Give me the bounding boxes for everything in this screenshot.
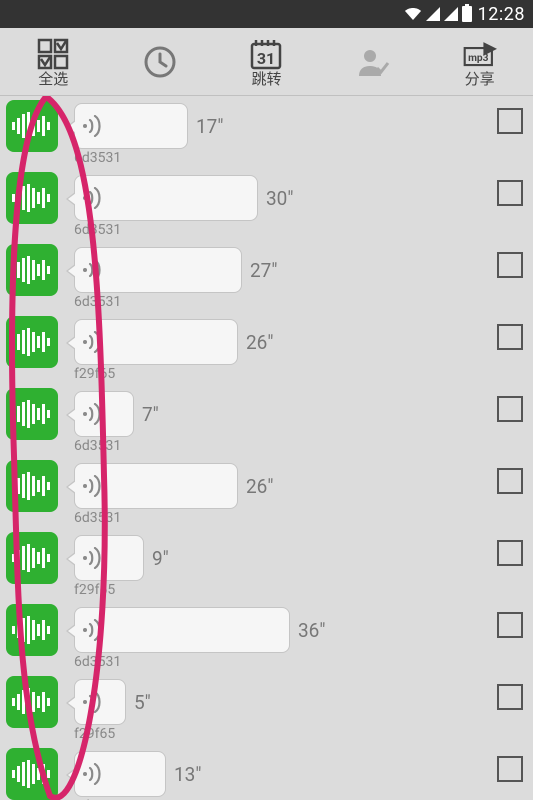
svg-text:31: 31 bbox=[257, 49, 275, 68]
duration-label: 17" bbox=[196, 115, 223, 138]
voice-message-row: 26" 6d3531 bbox=[0, 456, 533, 528]
voice-message-list: 17" 6d3531 30" 6d3531 bbox=[0, 96, 533, 800]
voice-bubble[interactable] bbox=[74, 679, 126, 725]
voice-bubble[interactable] bbox=[74, 607, 290, 653]
duration-label: 5" bbox=[134, 691, 151, 714]
sound-wave-icon bbox=[83, 259, 101, 281]
duration-label: 9" bbox=[152, 547, 169, 570]
voice-bubble[interactable] bbox=[74, 175, 258, 221]
voice-bubble[interactable] bbox=[74, 751, 166, 797]
duration-label: 36" bbox=[298, 619, 325, 642]
sound-wave-icon bbox=[83, 403, 101, 425]
select-checkbox[interactable] bbox=[497, 324, 523, 350]
voice-message-row: 26" f29f65 bbox=[0, 312, 533, 384]
sender-label: f29f65 bbox=[74, 726, 115, 742]
sound-wave-icon bbox=[83, 763, 101, 785]
duration-label: 7" bbox=[142, 403, 159, 426]
voice-message-row: 36" 6d3531 bbox=[0, 600, 533, 672]
jump-button[interactable]: 31 跳转 bbox=[216, 37, 316, 87]
sender-label: 6d3531 bbox=[74, 150, 121, 166]
sound-wave-icon bbox=[83, 691, 101, 713]
sound-wave-icon bbox=[83, 475, 101, 497]
android-status-bar: 12:28 bbox=[0, 0, 533, 28]
svg-text:mp3: mp3 bbox=[468, 52, 489, 63]
select-checkbox[interactable] bbox=[497, 612, 523, 638]
voice-avatar-icon[interactable] bbox=[6, 460, 58, 512]
voice-avatar-icon[interactable] bbox=[6, 244, 58, 296]
signal-icon bbox=[426, 7, 440, 21]
select-checkbox[interactable] bbox=[497, 108, 523, 134]
battery-icon bbox=[462, 6, 472, 22]
toolbar: 全选 31 跳转 bbox=[0, 28, 533, 96]
sender-label: 6d3531 bbox=[74, 222, 121, 238]
duration-label: 30" bbox=[266, 187, 293, 210]
sender-label: 6d3531 bbox=[74, 438, 121, 454]
sender-label: 6d3531 bbox=[74, 294, 121, 310]
voice-message-row: 5" f29f65 bbox=[0, 672, 533, 744]
select-checkbox[interactable] bbox=[497, 180, 523, 206]
history-button[interactable] bbox=[110, 44, 210, 80]
sound-wave-icon bbox=[83, 187, 101, 209]
contact-button[interactable] bbox=[323, 44, 423, 80]
voice-avatar-icon[interactable] bbox=[6, 604, 58, 656]
share-label: 分享 bbox=[465, 72, 495, 87]
duration-label: 27" bbox=[250, 259, 277, 282]
voice-avatar-icon[interactable] bbox=[6, 676, 58, 728]
voice-message-row: 17" 6d3531 bbox=[0, 96, 533, 168]
voice-message-row: 13" 6d3531 bbox=[0, 744, 533, 800]
select-checkbox[interactable] bbox=[497, 684, 523, 710]
duration-label: 26" bbox=[246, 475, 273, 498]
voice-avatar-icon[interactable] bbox=[6, 100, 58, 152]
clock-icon bbox=[142, 44, 178, 80]
jump-label: 跳转 bbox=[251, 72, 281, 87]
voice-avatar-icon[interactable] bbox=[6, 532, 58, 584]
voice-avatar-icon[interactable] bbox=[6, 748, 58, 800]
sender-label: 6d3531 bbox=[74, 654, 121, 670]
wifi-icon bbox=[404, 7, 422, 21]
select-checkbox[interactable] bbox=[497, 756, 523, 782]
select-all-label: 全选 bbox=[38, 72, 68, 87]
select-checkbox[interactable] bbox=[497, 252, 523, 278]
select-checkbox[interactable] bbox=[497, 540, 523, 566]
person-check-icon bbox=[355, 44, 391, 80]
share-mp3-icon: mp3 bbox=[463, 37, 497, 71]
sender-label: 6d3531 bbox=[74, 510, 121, 526]
share-button[interactable]: mp3 分享 bbox=[430, 37, 530, 87]
voice-message-row: 30" 6d3531 bbox=[0, 168, 533, 240]
voice-bubble[interactable] bbox=[74, 391, 134, 437]
sound-wave-icon bbox=[83, 619, 101, 641]
select-all-button[interactable]: 全选 bbox=[3, 37, 103, 87]
select-checkbox[interactable] bbox=[497, 396, 523, 422]
select-checkbox[interactable] bbox=[497, 468, 523, 494]
voice-message-row: 27" 6d3531 bbox=[0, 240, 533, 312]
voice-bubble[interactable] bbox=[74, 319, 238, 365]
voice-bubble[interactable] bbox=[74, 463, 238, 509]
voice-bubble[interactable] bbox=[74, 103, 188, 149]
sound-wave-icon bbox=[83, 115, 101, 137]
sound-wave-icon bbox=[83, 547, 101, 569]
duration-label: 13" bbox=[174, 763, 201, 786]
sender-label: f29f65 bbox=[74, 366, 115, 382]
signal-icon-2 bbox=[444, 7, 458, 21]
voice-bubble[interactable] bbox=[74, 247, 242, 293]
calendar-icon: 31 bbox=[249, 37, 283, 71]
voice-message-row: 9" f29f65 bbox=[0, 528, 533, 600]
voice-bubble[interactable] bbox=[74, 535, 144, 581]
voice-avatar-icon[interactable] bbox=[6, 388, 58, 440]
voice-avatar-icon[interactable] bbox=[6, 172, 58, 224]
voice-avatar-icon[interactable] bbox=[6, 316, 58, 368]
sound-wave-icon bbox=[83, 331, 101, 353]
status-time: 12:28 bbox=[478, 4, 525, 25]
duration-label: 26" bbox=[246, 331, 273, 354]
voice-message-row: 7" 6d3531 bbox=[0, 384, 533, 456]
select-all-icon bbox=[36, 37, 70, 71]
sender-label: f29f65 bbox=[74, 582, 115, 598]
